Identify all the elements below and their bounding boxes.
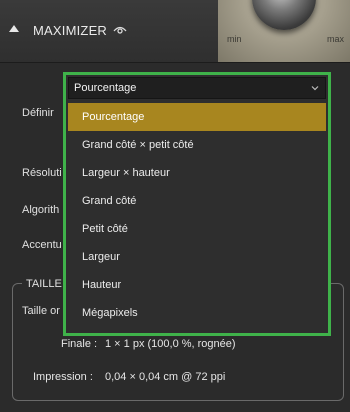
impression-label: Impression : [33, 371, 93, 383]
definir-label: Définir [22, 107, 54, 119]
panel-header: MAXIMIZER min max [0, 0, 350, 63]
option-grand-cote[interactable]: Grand côté [68, 187, 326, 215]
dial-knob[interactable] [252, 0, 316, 30]
dropdown-options-list: Pourcentage Grand côté × petit côté Larg… [68, 103, 326, 327]
impression-value: 0,04 × 0,04 cm @ 72 ppi [105, 371, 226, 383]
option-petit-cote[interactable]: Petit côté [68, 215, 326, 243]
finale-value: 1 × 1 px (100,0 %, rognée) [105, 338, 236, 350]
option-hauteur[interactable]: Hauteur [68, 271, 326, 299]
option-grand-cote-x-petit-cote[interactable]: Grand côté × petit côté [68, 131, 326, 159]
accentuation-label: Accentu [22, 239, 62, 251]
dial-min-label: min [227, 34, 242, 44]
resolution-label: Résoluti [22, 167, 62, 179]
dial-max-label: max [326, 34, 344, 44]
chevron-down-icon[interactable] [311, 84, 319, 92]
select-current-value: Pourcentage [74, 82, 137, 94]
taille-section-title: TAILLE [22, 278, 66, 290]
finale-label: Finale : [61, 338, 98, 350]
taille-originale-label: Taille or [22, 305, 60, 317]
algorithme-label: Algorith [22, 204, 60, 216]
option-largeur[interactable]: Largeur [68, 243, 326, 271]
eye-icon[interactable] [113, 25, 127, 35]
option-largeur-x-hauteur[interactable]: Largeur × hauteur [68, 159, 326, 187]
dimension-mode-dropdown[interactable]: Pourcentage Pourcentage Grand côté × pet… [63, 72, 331, 336]
option-pourcentage[interactable]: Pourcentage [68, 103, 326, 131]
dimension-mode-select[interactable]: Pourcentage [68, 77, 326, 99]
panel-title: MAXIMIZER [33, 23, 108, 38]
option-megapixels[interactable]: Mégapixels [68, 299, 326, 327]
collapse-arrow-icon[interactable] [9, 25, 19, 32]
strength-dial[interactable]: min max [218, 0, 350, 62]
